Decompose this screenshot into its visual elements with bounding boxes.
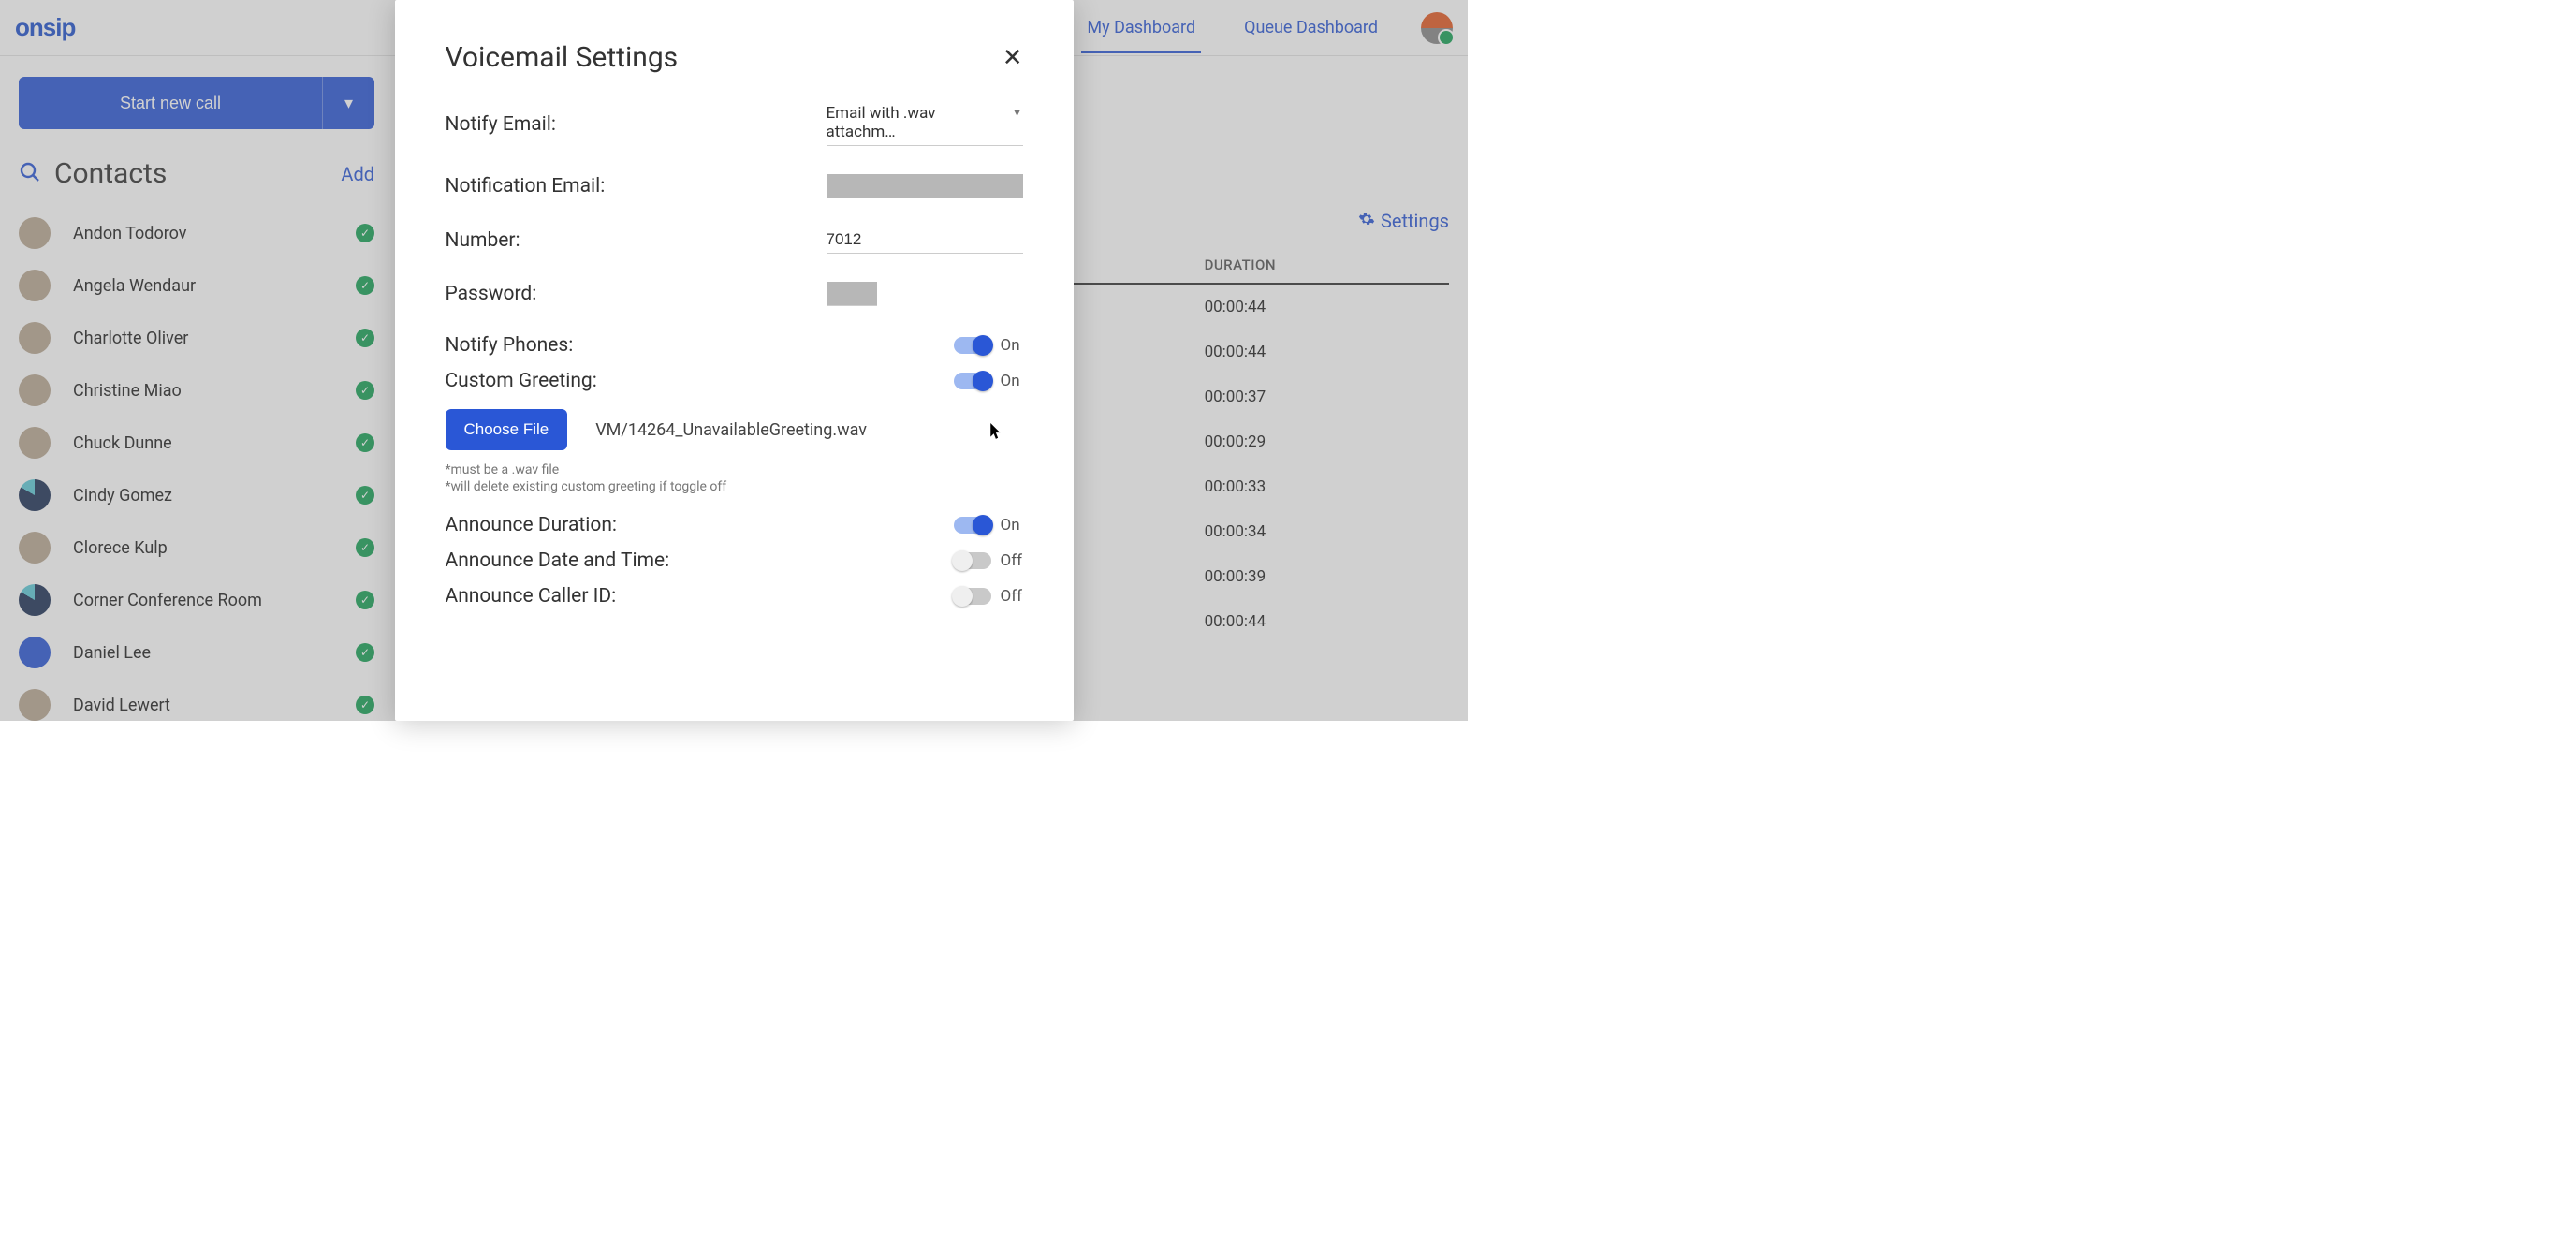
label-number: Number:: [446, 229, 520, 252]
label-custom-greeting: Custom Greeting:: [446, 370, 597, 392]
close-icon[interactable]: ✕: [1003, 43, 1023, 72]
file-hint: *must be a .wav file *will delete existi…: [446, 462, 1023, 495]
toggle-notify-phones-state: On: [1001, 336, 1023, 355]
toggle-custom-greeting-state: On: [1001, 372, 1023, 390]
notification-email-input[interactable]: [827, 174, 1023, 198]
label-notification-email: Notification Email:: [446, 175, 606, 198]
notify-email-select[interactable]: Email with .wav attachm…: [827, 102, 1023, 146]
toggle-announce-duration-state: On: [1001, 516, 1023, 535]
label-announce-datetime: Announce Date and Time:: [446, 549, 670, 572]
toggle-announce-callerid[interactable]: [954, 588, 991, 605]
toggle-custom-greeting[interactable]: [954, 373, 991, 389]
voicemail-settings-modal: Voicemail Settings ✕ Notify Email: Email…: [395, 0, 1074, 721]
label-announce-callerid: Announce Caller ID:: [446, 585, 617, 608]
label-password: Password:: [446, 283, 537, 305]
modal-title: Voicemail Settings: [446, 41, 679, 74]
number-input[interactable]: [827, 227, 1023, 254]
choose-file-button[interactable]: Choose File: [446, 409, 568, 450]
modal-overlay[interactable]: Voicemail Settings ✕ Notify Email: Email…: [0, 0, 1468, 721]
label-notify-email: Notify Email:: [446, 113, 556, 136]
password-input[interactable]: [827, 282, 877, 306]
greeting-filename: VM/14264_UnavailableGreeting.wav: [595, 420, 867, 440]
toggle-announce-callerid-state: Off: [1001, 587, 1023, 606]
toggle-announce-datetime-state: Off: [1001, 551, 1023, 570]
toggle-announce-duration[interactable]: [954, 517, 991, 534]
label-announce-duration: Announce Duration:: [446, 514, 618, 536]
toggle-announce-datetime[interactable]: [954, 552, 991, 569]
label-notify-phones: Notify Phones:: [446, 334, 574, 357]
toggle-notify-phones[interactable]: [954, 337, 991, 354]
